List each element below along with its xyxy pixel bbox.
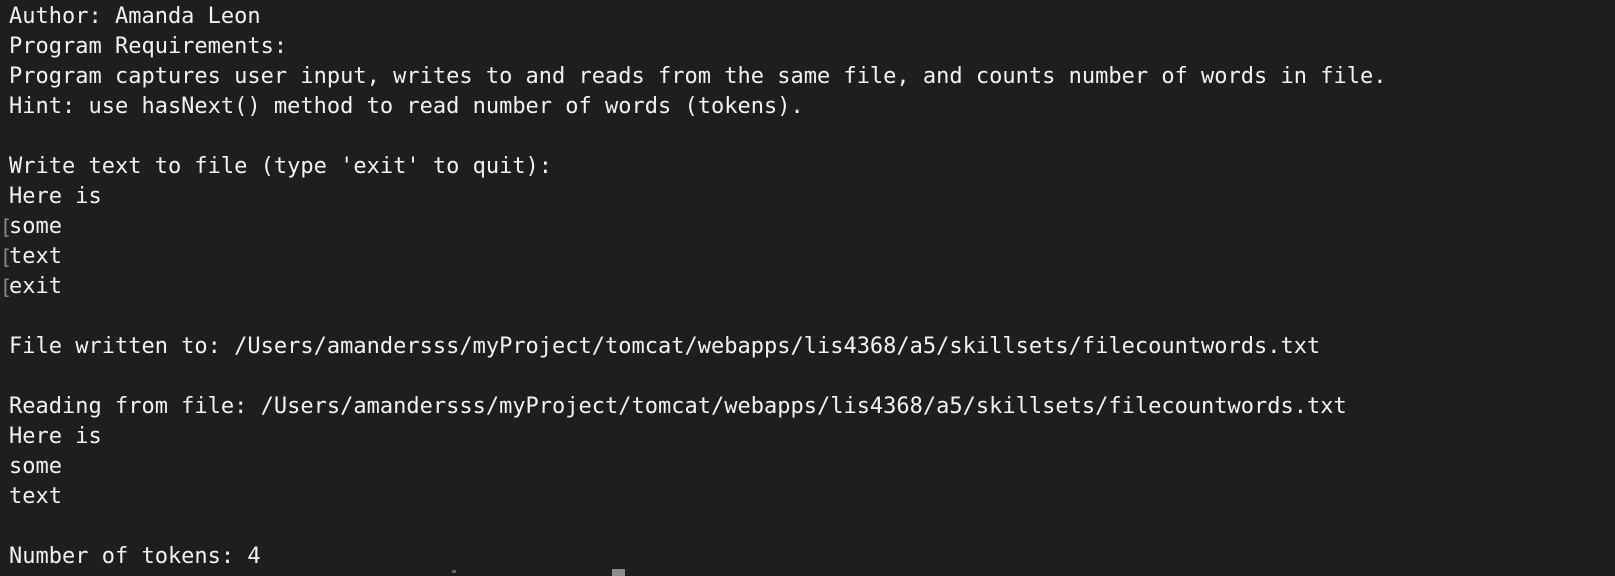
line-text: some xyxy=(9,214,62,239)
line-text: Author: Amanda Leon xyxy=(9,4,261,29)
output-line-file-content: some xyxy=(9,452,1615,482)
line-text: Program Requirements: xyxy=(9,34,288,59)
output-line-blank xyxy=(9,362,1615,392)
line-text: Hint: use hasNext() method to read numbe… xyxy=(9,94,804,119)
input-line: [text xyxy=(0,242,1615,272)
input-line: Here is xyxy=(9,182,1615,212)
output-line-reading-from: Reading from file: /Users/amandersss/myP… xyxy=(9,392,1615,422)
line-text: Write text to file (type 'exit' to quit)… xyxy=(9,154,553,179)
line-text: Number of tokens: 4 xyxy=(9,544,261,569)
line-text: text xyxy=(9,244,62,269)
input-marker-icon: [ xyxy=(0,275,13,299)
line-text: Program captures user input, writes to a… xyxy=(9,64,1387,89)
line-text: File written to: /Users/amandersss/myPro… xyxy=(9,334,1321,359)
output-line-blank xyxy=(9,302,1615,332)
output-line-file-content: text xyxy=(9,482,1615,512)
line-text: Here is xyxy=(9,184,102,209)
output-line-file-content: Here is xyxy=(9,422,1615,452)
input-line: [some xyxy=(0,212,1615,242)
output-line-write-prompt: Write text to file (type 'exit' to quit)… xyxy=(9,152,1615,182)
terminal-output[interactable]: Author: Amanda Leon Program Requirements… xyxy=(0,0,1615,576)
output-line-requirements-heading: Program Requirements: xyxy=(9,32,1615,62)
input-line: [exit xyxy=(0,272,1615,302)
output-line-requirements: Program captures user input, writes to a… xyxy=(9,62,1615,92)
line-text: Reading from file: /Users/amandersss/myP… xyxy=(9,394,1347,419)
text-cursor xyxy=(612,569,625,576)
line-text: text xyxy=(9,484,62,509)
output-line-token-count: Number of tokens: 4 xyxy=(9,542,1615,572)
prompt-fragment xyxy=(452,570,456,573)
input-marker-icon: [ xyxy=(0,215,13,239)
line-text: exit xyxy=(9,274,62,299)
line-text: Here is xyxy=(9,424,102,449)
output-line-author: Author: Amanda Leon xyxy=(9,2,1615,32)
output-line-hint: Hint: use hasNext() method to read numbe… xyxy=(9,92,1615,122)
output-line-blank xyxy=(9,512,1615,542)
output-line-file-written: File written to: /Users/amandersss/myPro… xyxy=(9,332,1615,362)
input-marker-icon: [ xyxy=(0,245,13,269)
line-text: some xyxy=(9,454,62,479)
output-line-blank xyxy=(9,122,1615,152)
